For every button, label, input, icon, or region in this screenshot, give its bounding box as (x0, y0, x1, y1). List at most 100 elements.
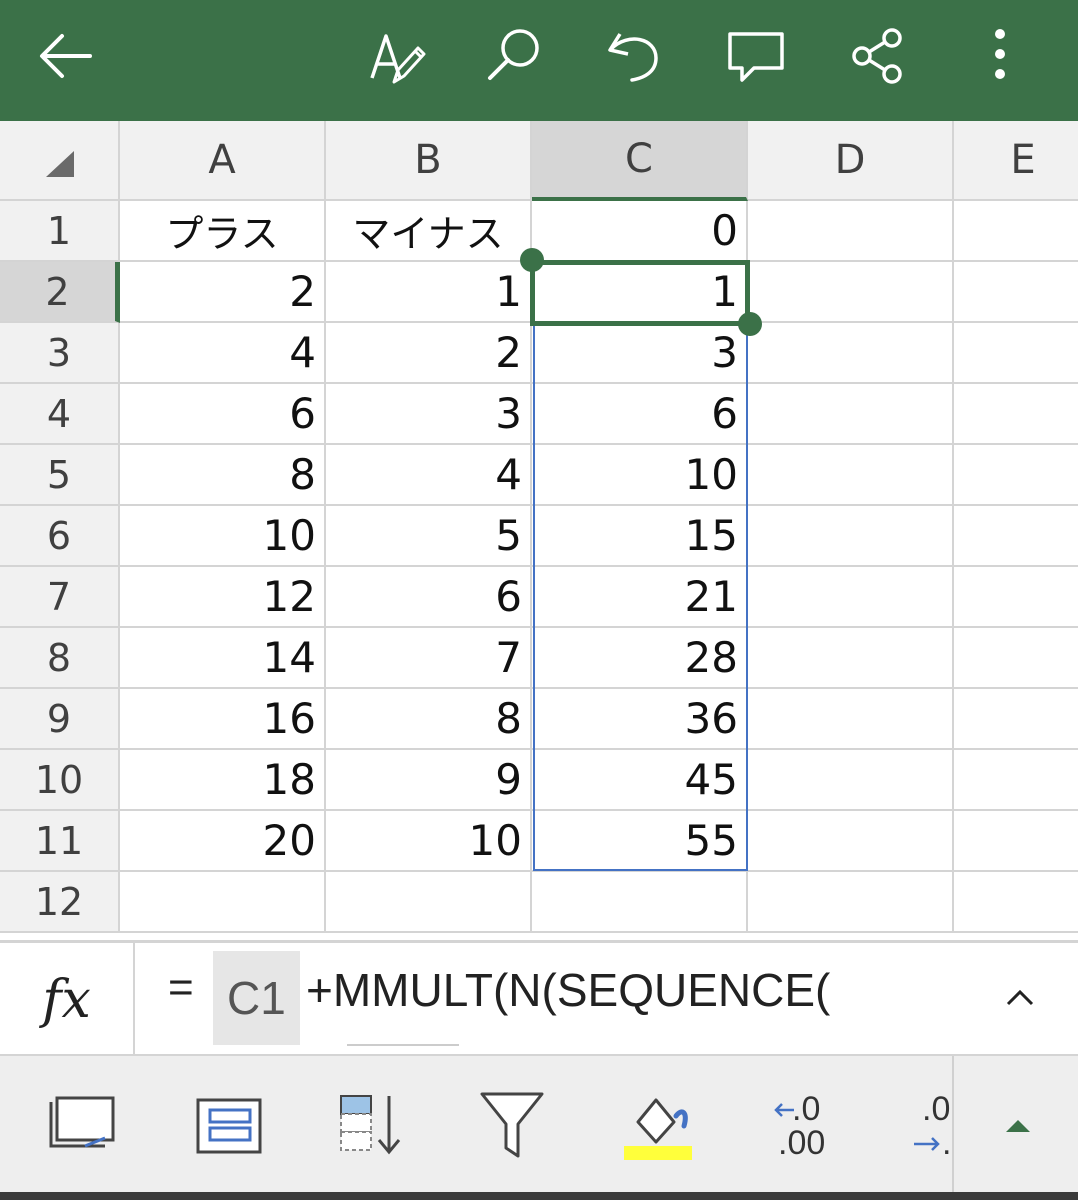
sort-icon[interactable] (335, 1086, 425, 1166)
cell-e8[interactable] (954, 628, 1078, 689)
cell-d5[interactable] (748, 445, 954, 506)
cell-c1[interactable]: 0 (532, 201, 748, 262)
cell-c6[interactable]: 15 (532, 506, 748, 567)
row-header-9[interactable]: 9 (0, 689, 120, 750)
insert-function-button[interactable]: fx (0, 943, 135, 1056)
cell-a8[interactable]: 14 (120, 628, 326, 689)
cell-c12[interactable] (532, 872, 748, 933)
cell-b8[interactable]: 7 (326, 628, 532, 689)
row-header-7[interactable]: 7 (0, 567, 120, 628)
row-header-1[interactable]: 1 (0, 201, 120, 262)
column-header-d[interactable]: D (748, 121, 954, 201)
cell-d11[interactable] (748, 811, 954, 872)
cell-e3[interactable] (954, 323, 1078, 384)
cell-d2[interactable] (748, 262, 954, 323)
cell-a9[interactable]: 16 (120, 689, 326, 750)
cell-d8[interactable] (748, 628, 954, 689)
edit-pen-icon[interactable] (360, 20, 432, 92)
select-all-corner[interactable] (0, 121, 120, 201)
filter-icon[interactable] (470, 1086, 560, 1166)
cell-b12[interactable] (326, 872, 532, 933)
cell-d6[interactable] (748, 506, 954, 567)
cell-e4[interactable] (954, 384, 1078, 445)
cell-a1[interactable]: プラス (120, 201, 326, 262)
formula-expand-button[interactable] (990, 963, 1050, 1033)
row-header-4[interactable]: 4 (0, 384, 120, 445)
cell-c3[interactable]: 3 (532, 323, 748, 384)
cell-b9[interactable]: 8 (326, 689, 532, 750)
cell-d12[interactable] (748, 872, 954, 933)
cell-a6[interactable]: 10 (120, 506, 326, 567)
cell-d3[interactable] (748, 323, 954, 384)
cell-e11[interactable] (954, 811, 1078, 872)
cell-b1[interactable]: マイナス (326, 201, 532, 262)
expand-toolbar-icon[interactable] (990, 1086, 1050, 1166)
cell-d7[interactable] (748, 567, 954, 628)
cell-c8[interactable]: 28 (532, 628, 748, 689)
cell-a12[interactable] (120, 872, 326, 933)
share-icon[interactable] (842, 20, 914, 92)
row-header-11[interactable]: 11 (0, 811, 120, 872)
freeze-panes-icon[interactable] (45, 1086, 135, 1166)
more-vertical-icon[interactable] (964, 20, 1036, 92)
cell-c10[interactable]: 45 (532, 750, 748, 811)
cell-c4[interactable]: 6 (532, 384, 748, 445)
cell-d9[interactable] (748, 689, 954, 750)
cell-a7[interactable]: 12 (120, 567, 326, 628)
cell-a4[interactable]: 6 (120, 384, 326, 445)
row-header-8[interactable]: 8 (0, 628, 120, 689)
column-header-a[interactable]: A (120, 121, 326, 201)
cell-a10[interactable]: 18 (120, 750, 326, 811)
selection-handle-top-left[interactable] (520, 248, 544, 272)
row-header-2[interactable]: 2 (0, 262, 120, 323)
cell-c9[interactable]: 36 (532, 689, 748, 750)
cell-d10[interactable] (748, 750, 954, 811)
cell-a3[interactable]: 4 (120, 323, 326, 384)
cell-e10[interactable] (954, 750, 1078, 811)
selection-handle-bottom-right[interactable] (738, 312, 762, 336)
wrap-text-icon[interactable] (190, 1086, 280, 1166)
cell-e1[interactable] (954, 201, 1078, 262)
row-header-6[interactable]: 6 (0, 506, 120, 567)
undo-icon[interactable] (598, 20, 670, 92)
formula-text[interactable]: +MMULT(N(SEQUENCE( (306, 963, 830, 1017)
cell-e2[interactable] (954, 262, 1078, 323)
column-header-c[interactable]: C (532, 121, 748, 201)
cell-b7[interactable]: 6 (326, 567, 532, 628)
cell-b11[interactable]: 10 (326, 811, 532, 872)
cell-c7[interactable]: 21 (532, 567, 748, 628)
cell-b6[interactable]: 5 (326, 506, 532, 567)
cell-b3[interactable]: 2 (326, 323, 532, 384)
formula-reference-token[interactable]: C1 (213, 951, 300, 1045)
cell-d1[interactable] (748, 201, 954, 262)
cell-b2[interactable]: 1 (326, 262, 532, 323)
cell-e9[interactable] (954, 689, 1078, 750)
fill-color-icon[interactable] (618, 1086, 698, 1166)
cell-c5[interactable]: 10 (532, 445, 748, 506)
column-header-b[interactable]: B (326, 121, 532, 201)
cell-e12[interactable] (954, 872, 1078, 933)
cell-b10[interactable]: 9 (326, 750, 532, 811)
increase-decimal-icon[interactable]: .0 . (906, 1086, 952, 1166)
cell-a5[interactable]: 8 (120, 445, 326, 506)
column-header-e[interactable]: E (954, 121, 1078, 201)
row-header-3[interactable]: 3 (0, 323, 120, 384)
cell-a11[interactable]: 20 (120, 811, 326, 872)
cell-e6[interactable] (954, 506, 1078, 567)
row-header-12[interactable]: 12 (0, 872, 120, 933)
cell-c2[interactable]: 1 (532, 262, 748, 323)
cell-d4[interactable] (748, 384, 954, 445)
search-icon[interactable] (478, 20, 550, 92)
cell-b5[interactable]: 4 (326, 445, 532, 506)
cell-b4[interactable]: 3 (326, 384, 532, 445)
cell-c11[interactable]: 55 (532, 811, 748, 872)
cell-e5[interactable] (954, 445, 1078, 506)
row-header-5[interactable]: 5 (0, 445, 120, 506)
decrease-decimal-icon[interactable]: .0 .00 (772, 1086, 838, 1166)
cell-a2[interactable]: 2 (120, 262, 326, 323)
row-header-10[interactable]: 10 (0, 750, 120, 811)
formula-equals: = (168, 963, 194, 1012)
cell-e7[interactable] (954, 567, 1078, 628)
comment-icon[interactable] (720, 20, 792, 92)
back-arrow-icon[interactable] (30, 20, 102, 92)
